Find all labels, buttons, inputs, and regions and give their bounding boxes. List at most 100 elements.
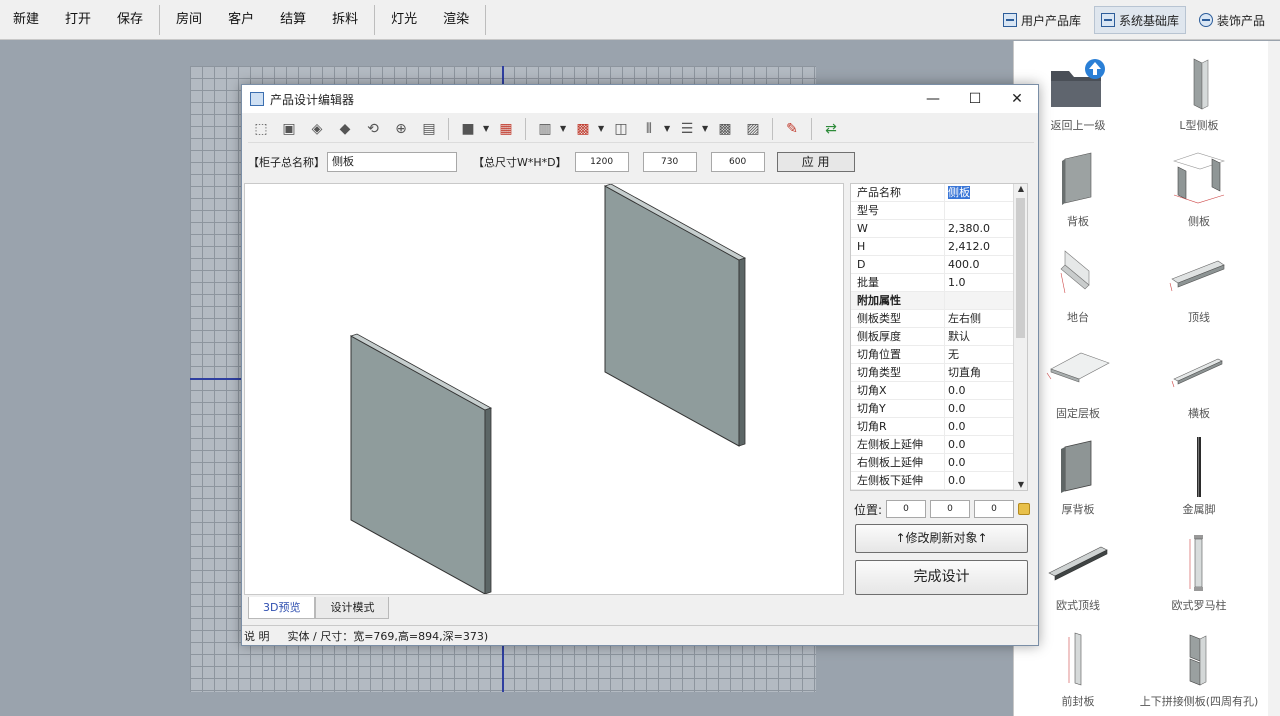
system-library-label: 系统基础库	[1118, 13, 1179, 28]
cube-iso-icon: ▣	[282, 120, 296, 137]
hardware-button[interactable]: ▥	[532, 117, 558, 141]
lock-icon[interactable]	[1017, 503, 1030, 515]
property-row[interactable]: 侧板类型 左右侧	[851, 310, 1027, 328]
menu-separator	[374, 4, 376, 35]
chevron-down-icon[interactable]: ▼	[598, 124, 606, 133]
library-item-horizontal-panel[interactable]: 横板	[1139, 335, 1259, 431]
total-size-label: 【总尺寸W*H*D】	[473, 156, 567, 169]
refresh-icon: ⇄	[825, 120, 837, 137]
menu-render[interactable]: 渲染	[430, 0, 482, 40]
chevron-down-icon[interactable]: ▼	[560, 124, 568, 133]
property-section-header[interactable]: 附加属性	[851, 292, 1027, 310]
menu-open[interactable]: 打开	[52, 0, 104, 40]
property-row[interactable]: 切角X 0.0	[851, 382, 1027, 400]
property-row[interactable]: 左侧板上延伸 0.0	[851, 436, 1027, 454]
view-side-button[interactable]: ◆	[332, 117, 358, 141]
property-row[interactable]: 批量 1.0	[851, 274, 1027, 292]
library-item-l-side-panel[interactable]: L型侧板	[1139, 47, 1259, 143]
shelf-button[interactable]: ☰	[674, 117, 700, 141]
property-row[interactable]: H 2,412.0	[851, 238, 1027, 256]
library-scrollbar[interactable]	[1268, 41, 1280, 716]
close-button[interactable]: ✕	[996, 85, 1038, 113]
cabinet-name-input[interactable]: 侧板	[327, 152, 457, 172]
view-front-button[interactable]: ⬚	[248, 117, 274, 141]
property-row[interactable]: 切角R 0.0	[851, 418, 1027, 436]
zoom-button[interactable]: ⊕	[388, 117, 414, 141]
scroll-up-icon[interactable]: ▲	[1014, 184, 1027, 196]
decor-library-tab[interactable]: 装饰产品	[1192, 6, 1272, 34]
position-x-input[interactable]: 0	[886, 500, 927, 518]
refresh-model-button[interactable]: ⇄	[818, 117, 844, 141]
door-button[interactable]: ◫	[608, 117, 634, 141]
remove-texture-button[interactable]: ▨	[740, 117, 766, 141]
property-row[interactable]: 侧板厚度 默认	[851, 328, 1027, 346]
property-row[interactable]: 切角位置无	[851, 346, 1027, 364]
rotate-view-button[interactable]: ⟲	[360, 117, 386, 141]
size-depth-input[interactable]: 600	[710, 152, 765, 172]
property-row[interactable]: 左侧板下延伸 0.0	[851, 472, 1027, 490]
refresh-object-button[interactable]: ↑修改刷新对象↑	[855, 524, 1028, 553]
apply-button[interactable]: 应 用	[776, 152, 855, 172]
size-width-input[interactable]: 1200	[574, 152, 629, 172]
menu-lighting[interactable]: 灯光	[378, 0, 430, 40]
menu-new[interactable]: 新建	[0, 0, 52, 40]
minimize-button[interactable]: —	[912, 85, 954, 113]
tab-design-mode[interactable]: 设计模式	[315, 597, 390, 619]
library-item-metal-leg[interactable]: 金属脚	[1139, 431, 1259, 527]
color-edit-button[interactable]: ▦	[493, 117, 519, 141]
split-door-button[interactable]: ⫴	[636, 117, 662, 141]
position-y-input[interactable]: 0	[930, 500, 970, 518]
top-menu-bar: 新建 打开 保存 房间 客户 结算 拆料 灯光 渲染 用户产品库 系统基础库 装…	[0, 0, 1280, 40]
library-item-side-panel[interactable]: 侧板	[1139, 143, 1259, 239]
3d-preview-viewport[interactable]	[244, 183, 844, 595]
view-iso-button[interactable]: ▣	[276, 117, 302, 141]
chevron-down-icon[interactable]: ▼	[483, 124, 491, 133]
chevron-down-icon[interactable]: ▼	[664, 124, 672, 133]
material-button[interactable]: ▩	[570, 117, 596, 141]
property-key: 型号	[851, 202, 945, 219]
chevron-down-icon[interactable]: ▼	[702, 124, 710, 133]
property-value-selected-text[interactable]: 侧板	[948, 186, 970, 199]
property-row[interactable]: 切角类型 切直角	[851, 364, 1027, 382]
property-row[interactable]: 切角Y 0.0	[851, 400, 1027, 418]
user-library-tab[interactable]: 用户产品库	[996, 6, 1088, 34]
property-row[interactable]: 右侧板上延伸 0.0	[851, 454, 1027, 472]
menu-cutlist[interactable]: 拆料	[319, 0, 371, 40]
maximize-button[interactable]: ☐	[954, 85, 996, 113]
3d-model-canvas[interactable]	[245, 183, 843, 595]
toolbar-separator	[525, 117, 526, 140]
property-row[interactable]: 型号	[851, 202, 1027, 220]
side-panel-right[interactable]	[604, 183, 746, 447]
property-row[interactable]: D 400.0	[851, 256, 1027, 274]
menu-room[interactable]: 房间	[163, 0, 215, 40]
brush-button[interactable]: ✎	[779, 117, 805, 141]
property-key: 附加属性	[851, 292, 945, 309]
menu-customer[interactable]: 客户	[215, 0, 267, 40]
texture-clear-icon: ▨	[746, 120, 760, 137]
user-library-icon	[1002, 13, 1017, 27]
scroll-down-icon[interactable]: ▼	[1014, 480, 1027, 490]
view-top-button[interactable]: ◈	[304, 117, 330, 141]
system-library-tab[interactable]: 系统基础库	[1093, 6, 1186, 34]
size-height-input[interactable]: 730	[642, 152, 697, 172]
menu-settlement[interactable]: 结算	[267, 0, 319, 40]
window-controls: — ☐ ✕	[912, 85, 1038, 113]
side-panel-left[interactable]	[350, 333, 492, 595]
menu-save[interactable]: 保存	[104, 0, 156, 40]
library-item-top-molding[interactable]: 顶线	[1139, 239, 1259, 335]
property-row[interactable]: W 2,380.0	[851, 220, 1027, 238]
property-key: 左侧板下延伸	[851, 472, 945, 489]
position-z-input[interactable]: 0	[974, 500, 1014, 518]
tab-3d-preview[interactable]: 3D预览	[248, 597, 316, 619]
property-scrollbar[interactable]: ▲ ▼	[1013, 184, 1027, 490]
dialog-titlebar[interactable]: 产品设计编辑器 — ☐ ✕	[242, 85, 1038, 113]
scroll-thumb[interactable]	[1016, 198, 1025, 338]
panel-style-button[interactable]: ■	[455, 117, 481, 141]
library-item-label: 顶线	[1188, 311, 1210, 324]
library-item-spliced-side-panel[interactable]: 上下拼接侧板(四周有孔)	[1139, 623, 1259, 716]
property-row[interactable]: 产品名称 侧板	[851, 184, 1027, 202]
library-item-roman-column[interactable]: 欧式罗马柱	[1139, 527, 1259, 623]
texture-button[interactable]: ▩	[712, 117, 738, 141]
finish-design-button[interactable]: 完成设计	[855, 560, 1028, 595]
screenshot-button[interactable]: ▤	[416, 117, 442, 141]
